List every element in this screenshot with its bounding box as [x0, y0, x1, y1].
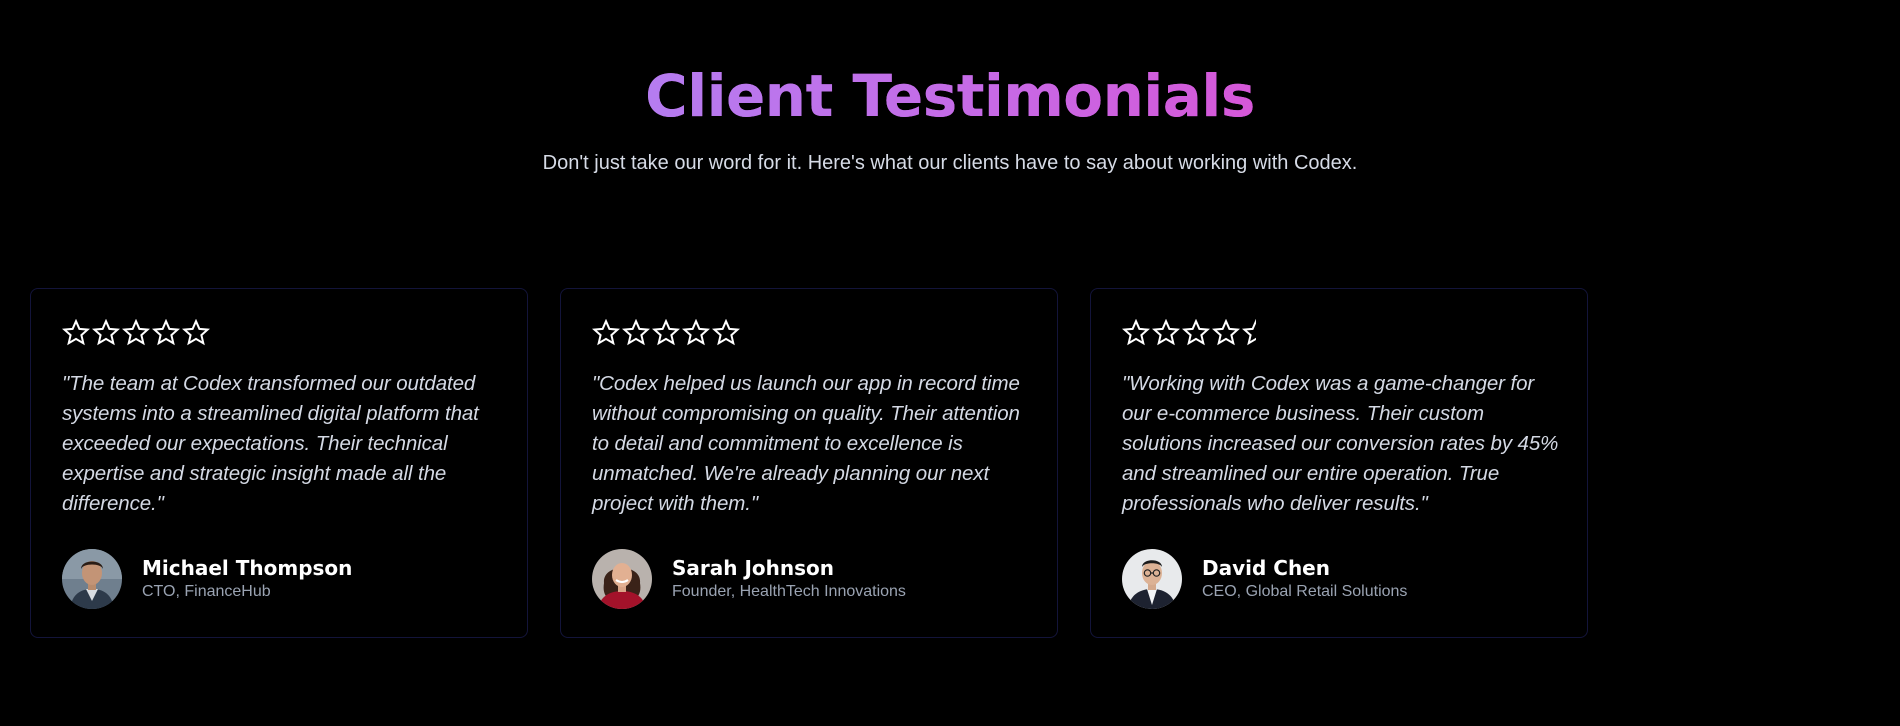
- star-half-icon: [1242, 319, 1256, 346]
- star-rating: [592, 319, 740, 347]
- testimonial-author: Michael Thompson CTO, FinanceHub: [62, 549, 352, 609]
- star-icon: [682, 319, 710, 346]
- star-icon: [92, 319, 120, 346]
- star-icon: [712, 319, 740, 346]
- star-rating: [62, 319, 210, 347]
- star-icon: [652, 319, 680, 346]
- testimonial-quote: "Codex helped us launch our app in recor…: [592, 372, 1020, 515]
- star-icon: [592, 319, 620, 346]
- testimonial-author: David Chen CEO, Global Retail Solutions: [1122, 549, 1407, 609]
- author-role: CTO, FinanceHub: [142, 583, 271, 600]
- avatar-man-glasses-icon: [1122, 549, 1182, 609]
- testimonials-section: Client Testimonials Don't just take our …: [0, 0, 1900, 726]
- author-role: CEO, Global Retail Solutions: [1202, 583, 1408, 600]
- star-icon: [1182, 319, 1210, 346]
- author-name: Sarah Johnson: [672, 556, 835, 580]
- author-name: David Chen: [1202, 556, 1330, 580]
- star-icon: [1122, 319, 1150, 346]
- testimonial-card: "Working with Codex was a game-changer f…: [1090, 288, 1588, 638]
- testimonial-card: "The team at Codex transformed our outda…: [30, 288, 528, 638]
- testimonial-card: "Codex helped us launch our app in recor…: [560, 288, 1058, 638]
- star-icon: [1152, 319, 1180, 346]
- star-icon: [182, 319, 210, 346]
- star-icon: [1212, 319, 1240, 346]
- author-role: Founder, HealthTech Innovations: [672, 583, 906, 600]
- section-subtitle: Don't just take our word for it. Here's …: [542, 152, 1358, 174]
- author-name: Michael Thompson: [142, 556, 353, 580]
- testimonial-quote: "The team at Codex transformed our outda…: [62, 372, 479, 515]
- star-icon: [152, 319, 180, 346]
- section-title: Client Testimonials: [0, 56, 1900, 136]
- testimonial-quote: "Working with Codex was a game-changer f…: [1122, 372, 1559, 515]
- star-icon: [122, 319, 150, 346]
- avatar-woman-icon: [592, 549, 652, 609]
- avatar-man-icon: [62, 549, 122, 609]
- star-icon: [62, 319, 90, 346]
- star-icon: [622, 319, 650, 346]
- star-rating: [1122, 319, 1270, 347]
- testimonial-author: Sarah Johnson Founder, HealthTech Innova…: [592, 549, 906, 609]
